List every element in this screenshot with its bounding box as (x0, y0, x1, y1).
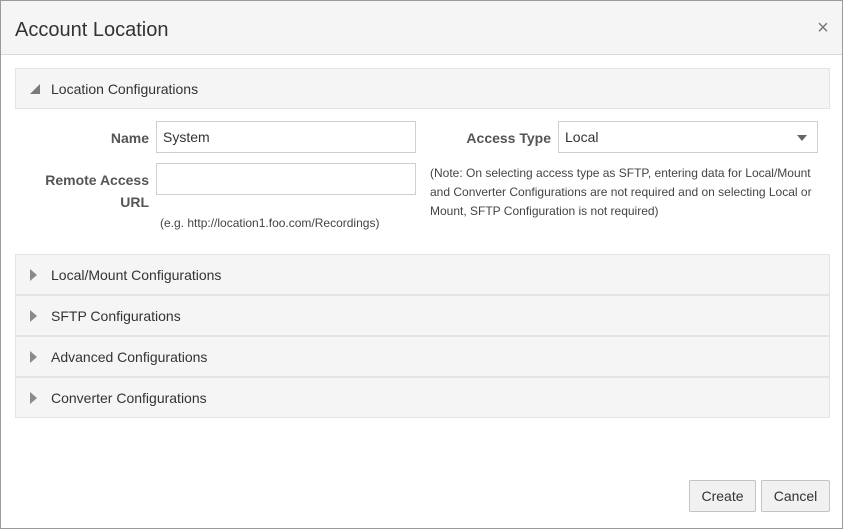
access-type-note: (Note: On selecting access type as SFTP,… (430, 164, 835, 221)
name-input[interactable] (156, 121, 416, 153)
panel-converter-configurations[interactable]: Converter Configurations (15, 377, 830, 418)
access-note-line1: (Note: On selecting access type as SFTP,… (430, 166, 811, 180)
triangle-collapsed-icon (30, 310, 37, 322)
cancel-button[interactable]: Cancel (761, 480, 830, 512)
triangle-collapsed-icon (30, 392, 37, 404)
name-label: Name (110, 130, 149, 146)
panel-label: Advanced Configurations (51, 349, 208, 365)
panel-location-configurations[interactable]: Location Configurations (15, 68, 830, 109)
panel-local-mount-configurations[interactable]: Local/Mount Configurations (15, 254, 830, 295)
access-type-select[interactable]: Local (558, 121, 818, 153)
triangle-expanded-icon (30, 84, 40, 94)
dialog-header: Account Location × (1, 1, 842, 55)
panel-label: Location Configurations (51, 81, 199, 97)
access-type-value: Local (565, 129, 599, 145)
panel-sftp-configurations[interactable]: SFTP Configurations (15, 295, 830, 336)
account-location-dialog: Account Location × Location Configuratio… (0, 0, 843, 529)
access-type-label: Access Type (466, 130, 551, 146)
remote-access-label-line1: Remote Access (45, 172, 149, 188)
access-note-line3: Mount, SFTP Configuration is not require… (430, 204, 659, 218)
create-button[interactable]: Create (689, 480, 756, 512)
triangle-collapsed-icon (30, 351, 37, 363)
remote-access-url-label: Remote Access URL (31, 169, 149, 213)
close-icon[interactable]: × (814, 17, 832, 39)
remote-access-url-hint: (e.g. http://location1.foo.com/Recording… (160, 216, 380, 230)
panel-label: SFTP Configurations (51, 308, 181, 324)
access-note-line2: and Converter Configurations are not req… (430, 185, 812, 199)
triangle-collapsed-icon (30, 269, 37, 281)
dialog-title: Account Location (15, 19, 169, 41)
remote-access-label-line2: URL (120, 194, 149, 210)
panel-advanced-configurations[interactable]: Advanced Configurations (15, 336, 830, 377)
panel-label: Local/Mount Configurations (51, 267, 222, 283)
remote-access-url-input[interactable] (156, 163, 416, 195)
panel-label: Converter Configurations (51, 390, 207, 406)
chevron-down-icon (797, 135, 807, 141)
